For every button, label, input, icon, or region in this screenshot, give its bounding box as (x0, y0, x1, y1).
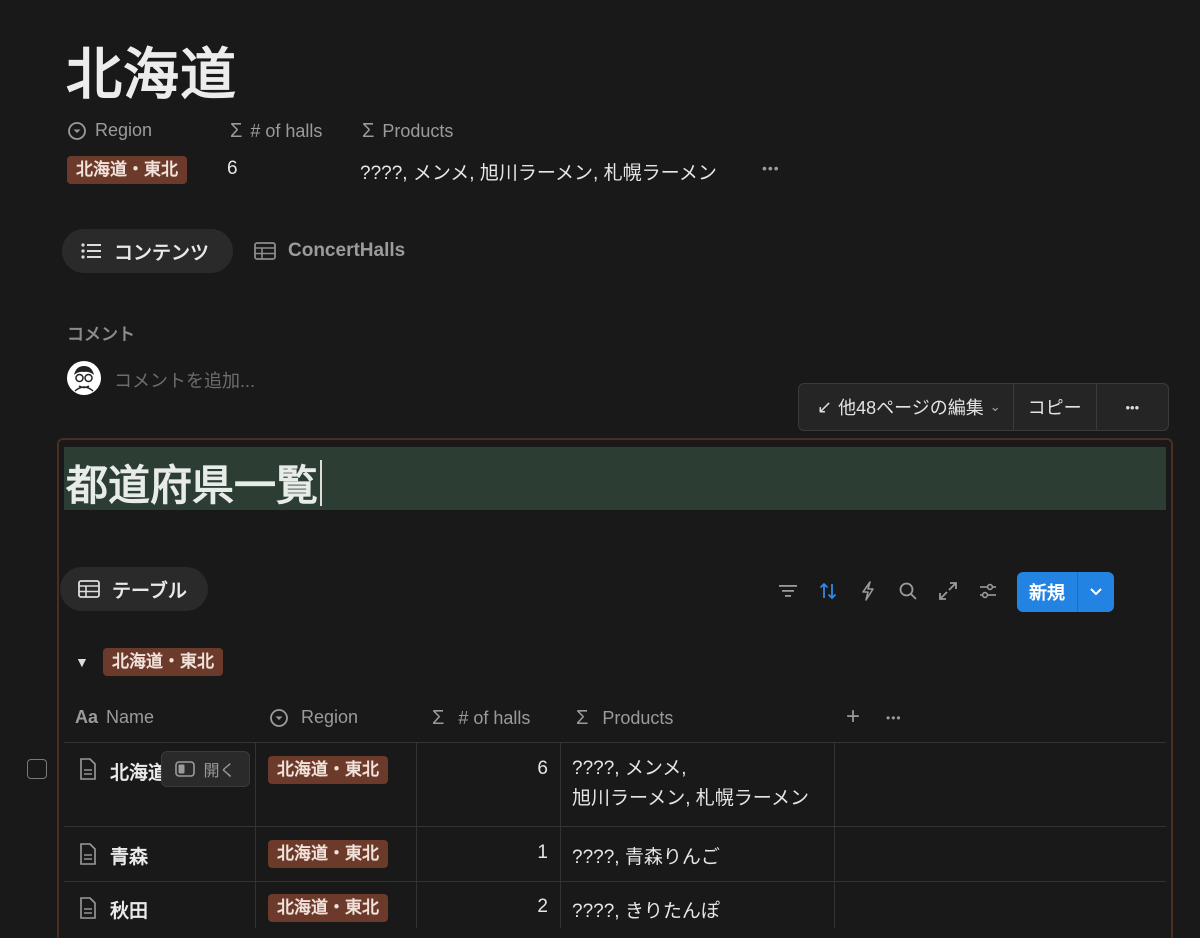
open-page-button[interactable]: 開く (161, 751, 250, 787)
synced-block-toolbar: ↙ 他48ページの編集 ⌄ コピー ••• (798, 383, 1169, 431)
sigma-icon: Σ (362, 120, 375, 142)
comment-input[interactable]: コメントを追加... (114, 367, 255, 393)
row-halls[interactable]: 6 (416, 758, 548, 780)
text-type-icon: Aa (75, 707, 99, 727)
row-halls[interactable]: 1 (416, 842, 548, 864)
column-header-products[interactable]: Σ Products (576, 707, 673, 730)
tab-concerthalls-label: ConcertHalls (288, 240, 406, 261)
column-header-name[interactable]: Aa Name (75, 707, 154, 728)
copy-label: コピー (1027, 398, 1082, 418)
sigma-icon: Σ (230, 120, 243, 142)
row-name[interactable]: 青森 (110, 842, 148, 869)
more-properties-button[interactable]: ••• (762, 160, 780, 176)
page-icon (79, 843, 97, 870)
column-more-button[interactable]: ••• (886, 711, 902, 725)
page-icon (79, 758, 97, 785)
column-region-label: Region (301, 707, 359, 727)
new-button[interactable]: 新規 (1017, 572, 1078, 612)
row-region-tag[interactable]: 北海道・東北 (268, 894, 388, 922)
sort-icon[interactable] (817, 580, 839, 602)
property-products-label[interactable]: Σ Products (362, 120, 453, 143)
text-cursor (320, 459, 323, 506)
search-icon[interactable] (897, 580, 919, 602)
copy-button[interactable]: コピー (1014, 384, 1097, 430)
sigma-icon: Σ (432, 707, 445, 729)
group-toggle-icon[interactable]: ▼ (75, 654, 89, 670)
region-label-text: Region (95, 120, 153, 140)
select-icon (270, 708, 288, 727)
add-column-button[interactable]: + (846, 703, 860, 731)
row-region-tag[interactable]: 北海道・東北 (268, 756, 388, 784)
select-icon (67, 121, 87, 141)
column-products-label: Products (602, 708, 674, 728)
row-products-line: ????, メンメ, (572, 758, 687, 779)
filter-icon[interactable] (777, 580, 799, 602)
more-icon: ••• (1125, 399, 1140, 415)
settings-sliders-icon[interactable] (977, 580, 999, 602)
tab-contents[interactable]: コンテンツ (62, 229, 233, 273)
edit-other-pages-button[interactable]: ↙ 他48ページの編集 ⌄ (799, 384, 1014, 430)
column-header-region[interactable]: Region (269, 707, 358, 728)
chevron-down-icon (1090, 588, 1102, 596)
arrow-down-left-icon: ↙ (817, 396, 833, 417)
chevron-down-icon: ⌄ (989, 399, 1001, 414)
side-peek-icon (175, 761, 196, 777)
column-name-label: Name (106, 707, 155, 727)
table-icon (78, 580, 100, 598)
region-tag[interactable]: 北海道・東北 (67, 156, 187, 184)
products-label-text: Products (382, 121, 454, 141)
page-icon (79, 897, 97, 924)
row-name[interactable]: 秋田 (110, 896, 148, 923)
row-region-tag[interactable]: 北海道・東北 (268, 840, 388, 868)
tab-concerthalls[interactable]: ConcertHalls (254, 229, 405, 273)
expand-icon[interactable] (937, 580, 959, 602)
comments-heading: コメント (67, 325, 135, 344)
halls-label-text: # of halls (250, 121, 323, 141)
sync-more-button[interactable]: ••• (1097, 384, 1168, 430)
row-halls[interactable]: 2 (416, 896, 548, 918)
tab-contents-label: コンテンツ (114, 242, 210, 264)
column-halls-label: # of halls (458, 708, 531, 728)
table-icon (254, 242, 276, 260)
row-products[interactable]: ????, メンメ, 旭川ラーメン, 札幌ラーメン (572, 754, 809, 814)
avatar (67, 361, 101, 395)
property-region-label[interactable]: Region (67, 120, 152, 141)
automation-icon[interactable] (857, 580, 879, 602)
page-title[interactable]: 北海道 (66, 30, 237, 111)
database-toolbar (777, 580, 999, 602)
new-dropdown-button[interactable] (1078, 572, 1114, 612)
row-name[interactable]: 北海道 (110, 763, 162, 784)
halls-value[interactable]: 6 (227, 158, 238, 180)
group-tag[interactable]: 北海道・東北 (103, 648, 223, 676)
row-checkbox[interactable] (27, 759, 47, 779)
open-label: 開く (203, 763, 236, 780)
list-icon (80, 242, 102, 260)
view-tab-table[interactable]: テーブル (60, 567, 208, 611)
row-products-line: 旭川ラーメン, 札幌ラーメン (572, 788, 810, 809)
products-value[interactable]: ????, メンメ, 旭川ラーメン, 札幌ラーメン (360, 158, 717, 185)
property-halls-label[interactable]: Σ # of halls (230, 120, 322, 143)
row-products[interactable]: ????, きりたんぽ (572, 896, 720, 923)
column-header-halls[interactable]: Σ # of halls (432, 707, 530, 730)
edit-other-pages-label: 他48ページの編集 (838, 398, 984, 418)
sigma-icon: Σ (576, 707, 589, 729)
view-tab-label: テーブル (112, 580, 187, 602)
new-button-label: 新規 (1029, 583, 1065, 603)
row-products[interactable]: ????, 青森りんご (572, 842, 720, 869)
database-title[interactable]: 都道府県一覧 (66, 452, 323, 513)
new-button-group: 新規 (1017, 572, 1114, 612)
database-title-text: 都道府県一覧 (66, 462, 319, 509)
